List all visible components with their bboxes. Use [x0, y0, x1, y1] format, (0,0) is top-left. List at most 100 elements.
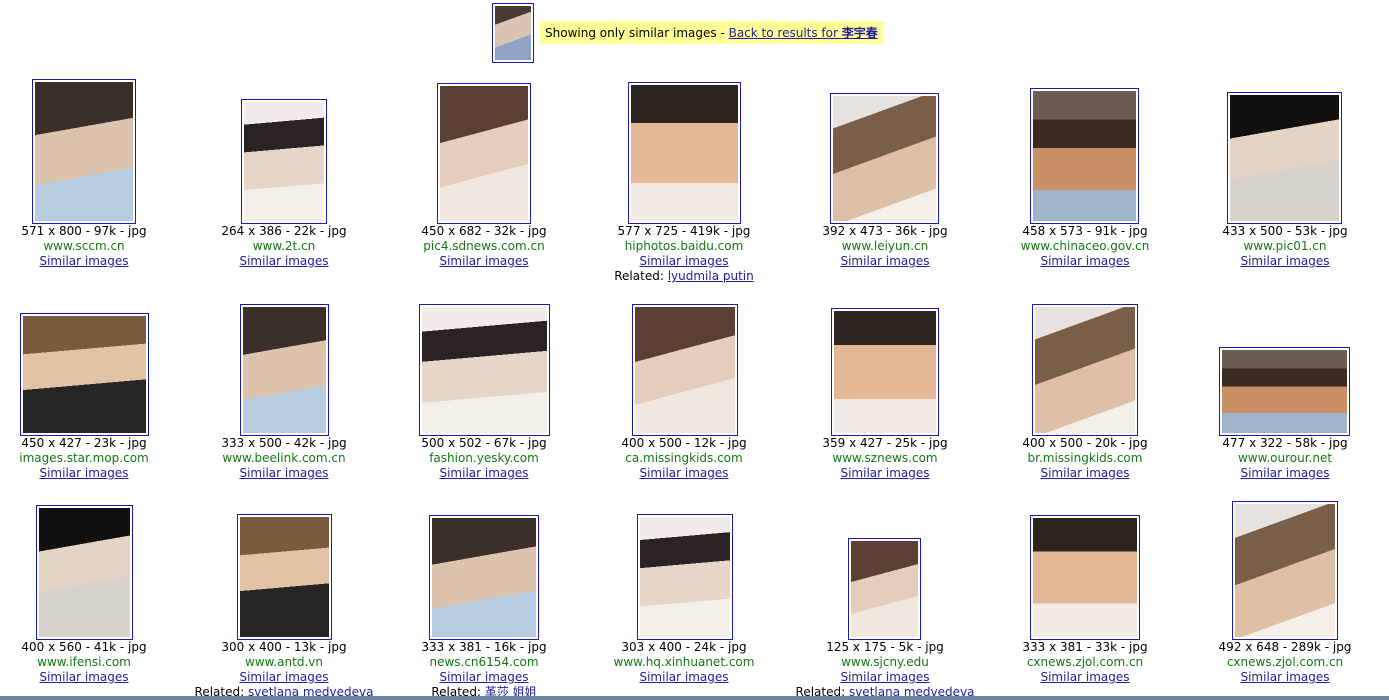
result-meta: 333 x 381 - 33k - jpg cxnews.zjol.com.cn S… [985, 640, 1185, 685]
similar-images-row: Similar images [584, 670, 784, 685]
result-thumbnail[interactable] [32, 79, 136, 224]
similar-images-link[interactable]: Similar images [1040, 254, 1129, 268]
result-thumbnail[interactable] [1232, 501, 1338, 640]
result-thumbnail[interactable] [632, 304, 738, 436]
result-image [1230, 95, 1339, 221]
result-meta: 450 x 682 - 32k - jpg pic4.sdnews.com.cn S… [384, 224, 584, 269]
result-thumbnail[interactable] [1032, 304, 1138, 436]
result-thumbnail[interactable] [1030, 515, 1140, 640]
result-meta: 392 x 473 - 36k - jpg www.leiyun.cn Simila… [785, 224, 985, 269]
result-image [432, 518, 536, 637]
result-thumbnail[interactable] [830, 93, 939, 224]
similar-images-link[interactable]: Similar images [239, 670, 328, 684]
result-meta: 333 x 500 - 42k - jpg www.beelink.com.cn S… [184, 436, 384, 481]
similar-images-link[interactable]: Similar images [439, 254, 528, 268]
result-image [1235, 504, 1335, 637]
result-image [631, 85, 738, 221]
similar-images-row: Similar images [184, 670, 384, 685]
similar-images-row: Similar images [1185, 466, 1385, 481]
result-thumbnail[interactable] [628, 82, 741, 224]
similar-images-link[interactable]: Similar images [239, 254, 328, 268]
result-image [640, 517, 730, 637]
similar-images-row: Similar images [384, 254, 584, 269]
similar-images-link[interactable]: Similar images [239, 466, 328, 480]
result-thumbnail[interactable] [20, 313, 149, 436]
result-thumbnail[interactable] [419, 304, 550, 436]
image-dimensions: 125 x 175 - 5k - jpg [826, 640, 944, 654]
result-meta: 492 x 648 - 289k - jpg cxnews.zjol.com.cn… [1185, 640, 1385, 685]
result-image [35, 82, 133, 221]
source-site: www.2t.cn [252, 239, 316, 253]
result-meta: 264 x 386 - 22k - jpg www.2t.cn Similar im… [184, 224, 384, 269]
result-image [39, 508, 130, 637]
similar-images-link[interactable]: Similar images [439, 670, 528, 684]
result-thumbnail[interactable] [637, 514, 733, 640]
similar-images-link[interactable]: Similar images [1240, 670, 1329, 684]
result-meta: 500 x 502 - 67k - jpg fashion.yesky.com Si… [384, 436, 584, 481]
image-dimensions: 333 x 381 - 33k - jpg [1022, 640, 1148, 654]
result-thumbnail[interactable] [1219, 347, 1350, 436]
related-link[interactable]: lyudmila putin [668, 269, 754, 283]
bottom-divider [0, 696, 1389, 700]
source-site: images.star.mop.com [19, 451, 149, 465]
similar-images-link[interactable]: Similar images [39, 466, 128, 480]
similar-images-link[interactable]: Similar images [39, 670, 128, 684]
result-image [422, 307, 547, 433]
similar-images-row: Similar images [785, 466, 985, 481]
image-dimensions: 300 x 400 - 13k - jpg [221, 640, 347, 654]
source-site: news.cn6154.com [429, 655, 539, 669]
result-thumbnail[interactable] [36, 505, 133, 640]
result-thumbnail[interactable] [237, 514, 332, 640]
result-thumbnail[interactable] [831, 308, 939, 436]
result-thumbnail[interactable] [241, 99, 327, 224]
image-dimensions: 264 x 386 - 22k - jpg [221, 224, 347, 238]
image-dimensions: 359 x 427 - 25k - jpg [822, 436, 948, 450]
result-image [1033, 91, 1136, 221]
similar-images-link[interactable]: Similar images [639, 466, 728, 480]
result-image [243, 307, 326, 433]
similar-images-link[interactable]: Similar images [1240, 466, 1329, 480]
source-site: www.sjcny.edu [841, 655, 929, 669]
similar-images-row: Similar images [384, 670, 584, 685]
similar-images-link[interactable]: Similar images [840, 670, 929, 684]
result-image [23, 316, 146, 433]
similar-images-row: Similar images [1185, 670, 1385, 685]
related-label: Related: [614, 269, 668, 283]
related-row: Related: lyudmila putin [584, 269, 784, 284]
result-thumbnail[interactable] [1227, 92, 1342, 224]
result-meta: 458 x 573 - 91k - jpg www.chinaceo.gov.cn… [985, 224, 1185, 269]
result-thumbnail[interactable] [1030, 88, 1139, 224]
result-meta: 400 x 500 - 20k - jpg br.missingkids.com S… [985, 436, 1185, 481]
similar-images-link[interactable]: Similar images [840, 254, 929, 268]
result-thumbnail[interactable] [848, 538, 921, 640]
result-meta: 400 x 560 - 41k - jpg www.ifensi.com Simil… [0, 640, 184, 685]
image-dimensions: 433 x 500 - 53k - jpg [1222, 224, 1348, 238]
similar-images-link[interactable]: Similar images [639, 254, 728, 268]
source-site: cxnews.zjol.com.cn [1226, 655, 1344, 669]
result-meta: 571 x 800 - 97k - jpg www.sccm.cn Similar … [0, 224, 184, 269]
image-dimensions: 477 x 322 - 58k - jpg [1222, 436, 1348, 450]
similar-images-link[interactable]: Similar images [439, 466, 528, 480]
source-site: www.hq.xinhuanet.com [613, 655, 755, 669]
result-meta: 303 x 400 - 24k - jpg www.hq.xinhuanet.co… [584, 640, 784, 685]
similar-images-row: Similar images [0, 254, 184, 269]
result-thumbnail[interactable] [429, 515, 539, 640]
similar-images-row: Similar images [785, 670, 985, 685]
similar-images-row: Similar images [184, 254, 384, 269]
source-site: www.leiyun.cn [841, 239, 929, 253]
similar-images-link[interactable]: Similar images [1040, 466, 1129, 480]
similar-images-link[interactable]: Similar images [1240, 254, 1329, 268]
source-site: www.sznews.com [832, 451, 938, 465]
result-thumbnail[interactable] [240, 304, 329, 436]
similar-images-link[interactable]: Similar images [39, 254, 128, 268]
similar-images-row: Similar images [985, 670, 1185, 685]
image-dimensions: 458 x 573 - 91k - jpg [1022, 224, 1148, 238]
image-dimensions: 500 x 502 - 67k - jpg [421, 436, 547, 450]
result-image [635, 307, 735, 433]
similar-images-link[interactable]: Similar images [639, 670, 728, 684]
similar-images-link[interactable]: Similar images [840, 466, 929, 480]
result-thumbnail[interactable] [437, 83, 531, 224]
similar-images-link[interactable]: Similar images [1040, 670, 1129, 684]
image-dimensions: 450 x 427 - 23k - jpg [21, 436, 147, 450]
result-image [851, 541, 918, 637]
